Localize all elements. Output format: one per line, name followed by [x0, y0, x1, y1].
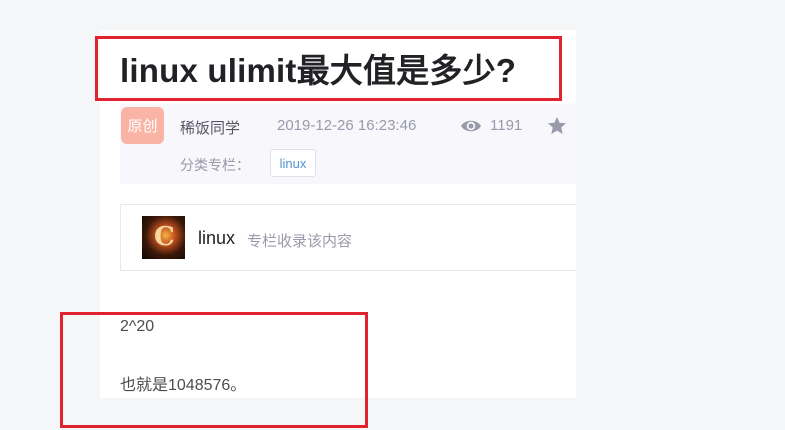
- highlight-box-answer: [60, 312, 368, 428]
- column-name[interactable]: linux: [198, 228, 235, 249]
- star-icon[interactable]: [547, 116, 567, 135]
- category-label: 分类专栏：: [180, 157, 250, 173]
- column-thumbnail[interactable]: C: [142, 216, 185, 259]
- column-description: 专栏收录该内容: [247, 233, 353, 250]
- view-count: 1191: [490, 117, 523, 134]
- category-tag[interactable]: linux: [270, 149, 316, 177]
- original-badge: 原创: [121, 107, 164, 144]
- publish-date: 2019-12-26 16:23:46: [277, 117, 417, 134]
- eye-icon: [461, 120, 481, 132]
- highlight-box-title: [95, 36, 562, 101]
- author-name[interactable]: 稀饭同学: [180, 117, 240, 138]
